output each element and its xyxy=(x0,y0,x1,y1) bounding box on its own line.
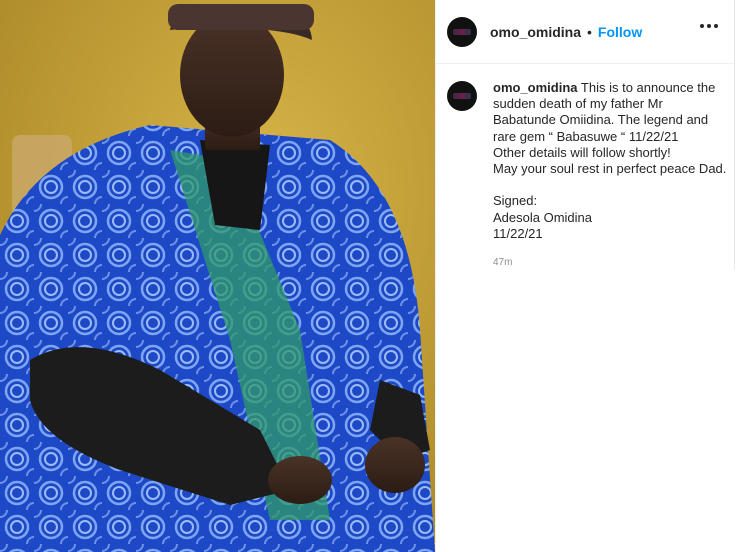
caption-text-block: omo_omidina This is to announce the sudd… xyxy=(493,80,728,242)
caption-avatar[interactable] xyxy=(447,81,477,111)
post-photo[interactable] xyxy=(0,0,435,552)
post-timestamp[interactable]: 47m xyxy=(493,257,512,268)
separator-dot: • xyxy=(587,23,592,40)
profile-avatar[interactable] xyxy=(447,16,477,47)
scroll-edge xyxy=(734,0,741,270)
follow-button[interactable]: Follow xyxy=(598,24,642,40)
caption-section: omo_omidina This is to announce the sudd… xyxy=(436,64,734,279)
more-options-icon[interactable] xyxy=(700,24,718,28)
portrait-image xyxy=(0,0,435,552)
caption-text: This is to announce the sudden death of … xyxy=(493,80,727,241)
header-username[interactable]: omo_omidina xyxy=(490,24,581,40)
caption-username[interactable]: omo_omidina xyxy=(493,80,578,95)
post-header: omo_omidina • Follow xyxy=(436,0,734,64)
